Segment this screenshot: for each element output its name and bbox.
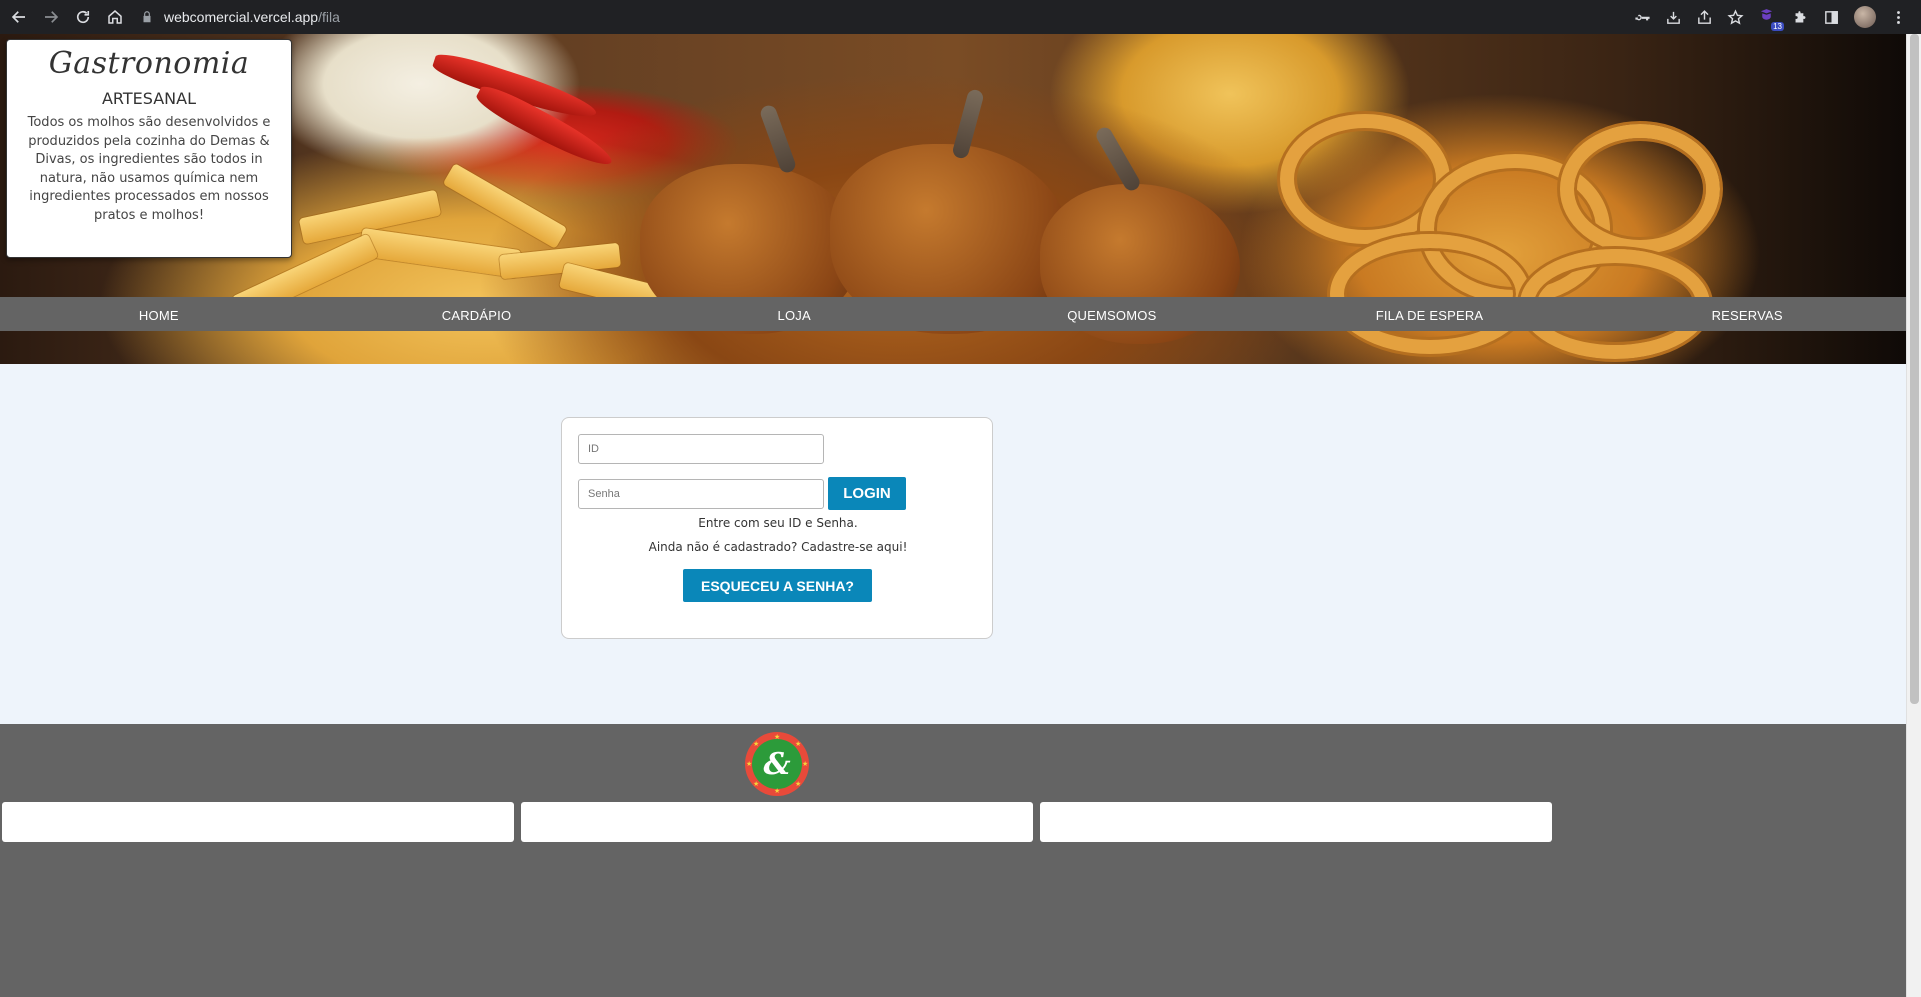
logo-star-icon: ★ (753, 740, 760, 748)
key-icon[interactable] (1634, 9, 1651, 26)
footer: ★ ★ ★ ★ ★ ★ ★ ★ & (0, 724, 1906, 997)
logo-star-icon: ★ (802, 760, 809, 768)
bone-decoration (1093, 124, 1143, 194)
home-icon[interactable] (100, 2, 130, 32)
promo-subtitle: ARTESANAL (101, 89, 196, 108)
password-input[interactable] (578, 479, 824, 509)
browser-toolbar: webcomercial.vercel.app/fila 13 (0, 0, 1921, 34)
address-bar[interactable]: webcomercial.vercel.app/fila (140, 4, 1600, 30)
nav-item-home[interactable]: HOME (0, 297, 318, 331)
profile-avatar[interactable] (1854, 6, 1876, 28)
lock-icon (143, 11, 151, 23)
extension-badge-count: 13 (1771, 22, 1784, 31)
fries-decoration (358, 228, 522, 278)
forward-icon[interactable] (36, 2, 66, 32)
logo-star-icon: ★ (774, 733, 781, 741)
onion-ring-decoration (1330, 234, 1530, 354)
logo-star-icon: ★ (795, 780, 802, 788)
reload-icon[interactable] (68, 2, 98, 32)
share-icon[interactable] (1696, 9, 1713, 26)
kebab-menu-icon[interactable] (1890, 9, 1907, 26)
nav-item-fila-de-espera[interactable]: FILA DE ESPERA (1271, 297, 1589, 331)
nav-item-cardapio[interactable]: CARDÁPIO (318, 297, 636, 331)
star-icon[interactable] (1727, 8, 1744, 26)
back-icon[interactable] (4, 2, 34, 32)
bone-decoration (758, 103, 798, 175)
login-button[interactable]: LOGIN (828, 477, 906, 510)
logo-star-icon: ★ (774, 787, 781, 795)
logo-star-icon: ★ (746, 760, 753, 768)
puzzle-icon[interactable] (1792, 9, 1809, 26)
sidebar-icon[interactable] (1823, 9, 1840, 26)
nav-item-quemsomos[interactable]: QUEMSOMOS (953, 297, 1271, 331)
login-instructions: Entre com seu ID e Senha. (698, 516, 858, 530)
browser-nav (0, 2, 130, 32)
footer-panel (1040, 802, 1552, 842)
url-path: /fila (318, 9, 340, 25)
nav-item-loja[interactable]: LOJA (635, 297, 953, 331)
promo-text: Todos os molhos são desenvolvidos e prod… (27, 115, 271, 223)
fries-decoration (442, 163, 568, 249)
logo-star-icon: ★ (795, 740, 802, 748)
promo-card: Gastronomia ARTESANAL Todos os molhos sã… (6, 39, 292, 258)
id-input[interactable] (578, 434, 824, 464)
install-icon[interactable] (1665, 9, 1682, 26)
browser-actions: 13 (1634, 0, 1907, 34)
url-host: webcomercial.vercel.app (164, 9, 319, 25)
register-link[interactable]: Ainda não é cadastrado? Cadastre-se aqui… (562, 540, 994, 554)
onion-ring-decoration (1560, 124, 1720, 254)
page-scrollbar[interactable] (1906, 34, 1921, 997)
nav-item-reservas[interactable]: RESERVAS (1588, 297, 1906, 331)
footer-panel (521, 802, 1033, 842)
scrollbar-thumb[interactable] (1910, 34, 1919, 704)
extension-icon[interactable]: 13 (1758, 7, 1784, 31)
login-card: LOGIN Entre com seu ID e Senha. Ainda nã… (561, 417, 993, 639)
logo-star-icon: ★ (753, 780, 760, 788)
promo-title: Gastronomia (48, 46, 250, 81)
footer-panel (2, 802, 514, 842)
forgot-password-button[interactable]: ESQUECEU A SENHA? (683, 569, 872, 602)
brand-logo[interactable]: ★ ★ ★ ★ ★ ★ ★ ★ & (745, 732, 809, 796)
main-nav: HOME CARDÁPIO LOJA QUEMSOMOS FILA DE ESP… (0, 297, 1906, 331)
